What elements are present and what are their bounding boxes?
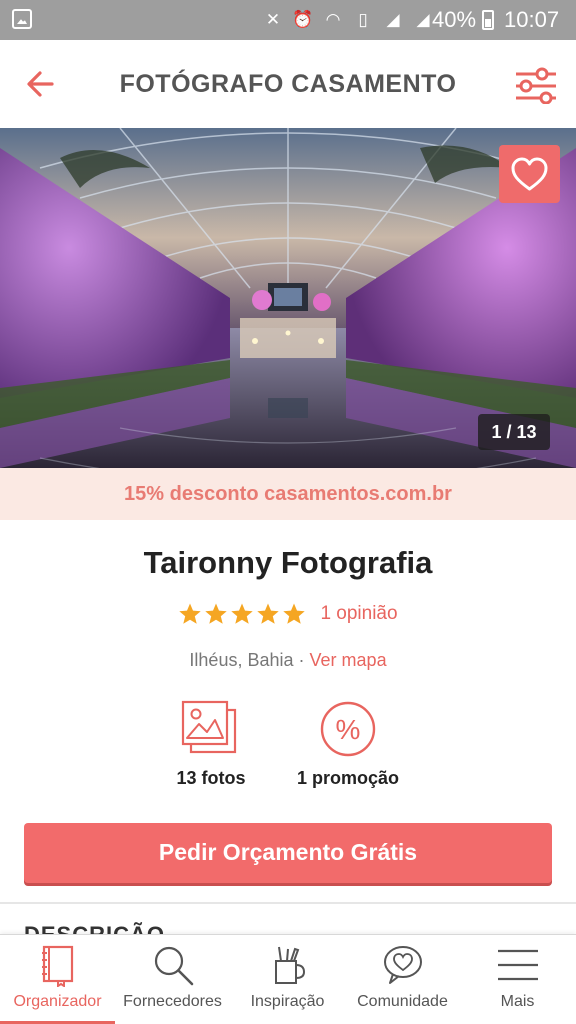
page-title: FOTÓGRAFO CASAMENTO xyxy=(119,70,457,98)
alarm-icon: ⏰ xyxy=(292,10,314,29)
view-map-link[interactable]: Ver mapa xyxy=(310,650,387,670)
gallery-icon xyxy=(12,9,32,29)
star-icon xyxy=(283,603,306,624)
signal-icon: ◢ xyxy=(386,10,400,29)
vendor-city: Ilhéus, Bahia xyxy=(189,650,294,670)
signal-full-icon: ◢ xyxy=(416,10,430,29)
star-icon xyxy=(205,603,228,624)
clock: 10:07 xyxy=(504,7,560,32)
svg-text:%: % xyxy=(336,714,361,745)
mute-icon: ✕ xyxy=(265,10,281,29)
nav-label: Mais xyxy=(500,993,535,1010)
nav-fornecedores[interactable]: Fornecedores xyxy=(115,935,230,1024)
nav-mais[interactable]: Mais xyxy=(460,935,575,1024)
wifi-icon: ◠ xyxy=(325,10,341,29)
filter-sliders-icon[interactable] xyxy=(512,64,560,104)
status-bar: ✕ ⏰ ◠ ▯ ◢ ◢ 40% 10:07 xyxy=(0,0,576,40)
section-divider xyxy=(0,902,576,904)
nav-organizador[interactable]: Organizador xyxy=(0,935,115,1024)
nav-label: Comunidade xyxy=(357,993,448,1010)
pencil-cup-icon xyxy=(274,946,305,984)
notebook-icon xyxy=(41,945,73,987)
vendor-name: Taironny Fotografia xyxy=(143,545,433,580)
nav-label: Fornecedores xyxy=(123,993,222,1010)
star-rating xyxy=(178,602,306,626)
rating-row: 1 opinião xyxy=(0,598,576,630)
nav-label: Inspiração xyxy=(250,993,325,1010)
request-quote-button[interactable]: Pedir Orçamento Grátis xyxy=(24,823,552,883)
photos-count: 13 fotos xyxy=(176,768,246,788)
battery-percent: 40% xyxy=(432,7,477,32)
star-icon xyxy=(231,603,254,624)
nav-label: Organizador xyxy=(13,993,102,1010)
nav-comunidade[interactable]: Comunidade xyxy=(345,935,460,1024)
chat-heart-icon xyxy=(383,946,422,984)
star-icon xyxy=(257,603,280,624)
location-row: Ilhéus, Bahia · Ver mapa xyxy=(0,650,576,671)
percent-icon: % xyxy=(320,701,376,757)
app-header: FOTÓGRAFO CASAMENTO xyxy=(0,40,576,128)
nav-inspiracao[interactable]: Inspiração xyxy=(230,935,345,1024)
reviews-link[interactable]: 1 opinião xyxy=(320,603,397,625)
promo-banner[interactable]: 15% desconto casamentos.com.br xyxy=(0,468,576,520)
photos-icon xyxy=(181,700,237,754)
photos-stat[interactable]: 13 fotos xyxy=(141,700,281,789)
favorite-button[interactable] xyxy=(499,145,560,203)
menu-icon xyxy=(497,949,538,981)
promotion-stat[interactable]: % 1 promoção xyxy=(278,700,418,789)
battery-icon xyxy=(482,10,494,30)
status-icons: ✕ ⏰ ◠ ▯ ◢ ◢ xyxy=(262,8,434,32)
vibrate-icon: ▯ xyxy=(358,10,368,29)
star-icon xyxy=(179,603,202,624)
bottom-navigation: Organizador Fornecedores Inspiração Comu… xyxy=(0,934,576,1024)
search-icon xyxy=(154,946,193,986)
location-separator: · xyxy=(298,650,305,670)
promotion-count: 1 promoção xyxy=(296,768,400,788)
photo-counter: 1 / 13 xyxy=(478,414,550,450)
heart-icon xyxy=(511,157,548,191)
